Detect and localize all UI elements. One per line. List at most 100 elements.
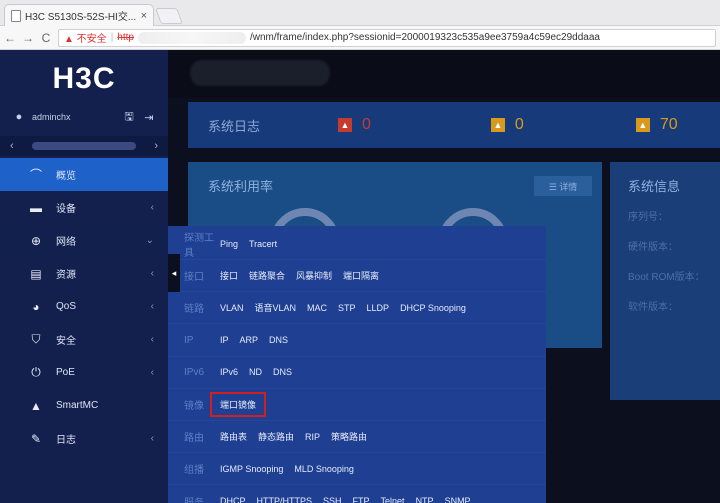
sidebar-item[interactable]: ⌒ 概览	[0, 158, 168, 191]
redacted-host	[137, 31, 246, 44]
submenu-link[interactable]: DNS	[269, 335, 288, 345]
user-row: ● adminchx 🖫 ⇥	[0, 106, 168, 128]
tab-close-icon[interactable]: ×	[141, 10, 147, 22]
new-tab-button[interactable]	[155, 8, 183, 24]
submenu-link[interactable]: MAC	[307, 303, 327, 313]
sidebar-menu: ⌒ 概览 ▬ 设备 ‹ ⊕ 网络 ⌄ ▤ 资源 ‹ ◕ QoS ‹ ⛉ 安全 ‹ ⏻ PoE ‹ ▲ SmartMC ✎ 日志…	[0, 158, 168, 455]
alert-major[interactable]: ▲ 0	[490, 116, 524, 134]
insecure-warning[interactable]: ▲ 不安全	[64, 30, 107, 45]
submenu-link[interactable]: VLAN	[220, 303, 244, 313]
reload-icon[interactable]: C	[40, 31, 52, 45]
smartmc-icon: ▲	[30, 398, 42, 413]
submenu-row: 镜像 端口镜像	[168, 389, 546, 421]
submenu-link[interactable]: IGMP Snooping	[220, 464, 283, 474]
submenu-link[interactable]: Telnet	[381, 496, 405, 503]
submenu-row: 路由 路由表 静态路由 RIP 策略路由	[168, 421, 546, 454]
submenu-link[interactable]: STP	[338, 303, 356, 313]
sidebar-item[interactable]: ▬ 设备 ‹	[0, 191, 168, 224]
submenu-link[interactable]: FTP	[353, 496, 370, 503]
submenu-link[interactable]: 静态路由	[258, 430, 294, 443]
submenu-link[interactable]: 链路聚合	[249, 269, 285, 282]
submenu-link[interactable]: DNS	[273, 367, 292, 377]
redacted-device-name	[190, 60, 330, 86]
submenu-links: IGMP Snooping MLD Snooping	[220, 464, 354, 474]
sidebar-item-label: 设备	[56, 204, 76, 215]
sidebar-item[interactable]: ▤ 资源 ‹	[0, 257, 168, 290]
expand-arrow-icon: ‹	[150, 433, 154, 444]
submenu-link[interactable]: IP	[220, 335, 229, 345]
submenu-link[interactable]: Ping	[220, 239, 238, 249]
submenu-row: 链路 VLAN 语音VLAN MAC STP LLDP DHCP Snooping	[168, 292, 546, 325]
submenu-link[interactable]: 策略路由	[331, 430, 367, 443]
port-mirroring-link[interactable]: 端口镜像	[210, 392, 267, 417]
submenu-link[interactable]: 语音VLAN	[255, 301, 297, 314]
system-info-title: 系统信息	[628, 179, 681, 194]
expand-arrow-icon: ‹	[150, 268, 154, 279]
back-icon[interactable]: ←	[4, 31, 16, 45]
redacted-device	[31, 142, 137, 150]
sidebar-item[interactable]: ⊕ 网络 ⌄	[0, 224, 168, 257]
sidebar-item[interactable]: ✎ 日志 ‹	[0, 422, 168, 455]
submenu-link[interactable]: Tracert	[249, 239, 277, 249]
sidebar-item[interactable]: ▲ SmartMC	[0, 389, 168, 422]
username: adminchx	[32, 112, 71, 122]
submenu-links: 接口 链路聚合 风暴抑制 端口隔离	[220, 269, 379, 282]
sidebar-item-label: SmartMC	[56, 400, 99, 411]
prev-device-icon[interactable]: ‹	[10, 140, 14, 152]
submenu-link[interactable]: LLDP	[367, 303, 390, 313]
submenu-link[interactable]: 端口隔离	[343, 269, 379, 282]
submenu-link[interactable]: HTTP/HTTPS	[257, 496, 313, 503]
expand-arrow-icon: ‹	[150, 202, 154, 213]
system-info-panel: 系统信息 序列号： 硬件版本： Boot ROM版本： 软件版本：	[610, 162, 720, 400]
sidebar-item-label: 安全	[56, 336, 76, 347]
submenu-link[interactable]: 风暴抑制	[296, 269, 332, 282]
detail-button[interactable]: ☰ 详情	[534, 176, 592, 196]
submenu-link[interactable]: SSH	[323, 496, 342, 503]
submenu-links: Ping Tracert	[220, 239, 277, 249]
dashboard-icon: ⌒	[29, 168, 42, 182]
submenu-link[interactable]: 路由表	[220, 430, 247, 443]
sidebar-item-label: 概览	[56, 171, 76, 182]
submenu-link[interactable]: NTP	[416, 496, 434, 503]
qos-icon: ◕	[32, 299, 40, 314]
alert-major-count: 0	[514, 116, 524, 133]
alert-critical[interactable]: ▲ 0	[338, 116, 371, 134]
app-window: H3C ● adminchx 🖫 ⇥ ‹ › ⌒ 概览 ▬ 设备 ‹ ⊕ 网络 ⌄ ▤ 资源 ‹ ◕ Q…	[0, 50, 720, 503]
brand-logo: H3C	[52, 62, 116, 95]
submenu-category: IP	[184, 334, 194, 346]
user-icon: ●	[15, 111, 23, 123]
submenu-link[interactable]: IPv6	[220, 367, 238, 377]
submenu-link[interactable]: 接口	[220, 269, 238, 282]
submenu-link[interactable]: MLD Snooping	[294, 464, 354, 474]
sidebar-item[interactable]: ⛉ 安全 ‹	[0, 323, 168, 356]
system-log-bar: 系统日志 ▲ 0 ▲ 0 ▲ 70	[188, 102, 720, 148]
alert-critical-icon: ▲	[338, 118, 352, 132]
expand-arrow-icon: ‹	[150, 367, 154, 378]
submenu-link[interactable]: DHCP	[220, 496, 246, 503]
submenu-link[interactable]: RIP	[305, 432, 320, 442]
submenu-category: IPv6	[184, 366, 205, 378]
submenu-link[interactable]: DHCP Snooping	[400, 303, 466, 313]
sidebar-item[interactable]: ⏻ PoE ‹	[0, 356, 168, 389]
expand-arrow-icon: ⌄	[145, 235, 154, 246]
utilization-title: 系统利用率	[208, 179, 274, 194]
save-icon[interactable]: 🖫	[122, 108, 136, 127]
next-device-icon[interactable]: ›	[154, 140, 158, 152]
submenu-row: IPv6 IPv6 ND DNS	[168, 357, 546, 389]
poe-icon: ⏻	[31, 365, 41, 379]
submenu-row: 接口 接口 链路聚合 风暴抑制 端口隔离	[168, 260, 546, 293]
logout-icon[interactable]: ⇥	[142, 111, 156, 124]
url-input[interactable]: ▲ 不安全 | http /wnm/frame/index.php?sessio…	[58, 28, 716, 47]
top-bar	[168, 50, 720, 98]
forward-icon[interactable]: →	[22, 31, 34, 45]
serial-label: 序列号：	[628, 212, 668, 223]
sidebar-item[interactable]: ◕ QoS ‹	[0, 290, 168, 323]
submenu-link[interactable]: ND	[249, 367, 262, 377]
url-path: /wnm/frame/index.php?sessionid=200001932…	[249, 32, 600, 43]
alert-minor[interactable]: ▲ 70	[635, 116, 678, 134]
submenu-link[interactable]: ARP	[240, 335, 259, 345]
sidebar: H3C ● adminchx 🖫 ⇥ ‹ › ⌒ 概览 ▬ 设备 ‹ ⊕ 网络 ⌄ ▤ 资源 ‹ ◕ Q…	[0, 50, 168, 503]
flyout-collapse-icon[interactable]: ◂	[168, 254, 180, 292]
submenu-link[interactable]: SNMP	[445, 496, 471, 503]
browser-tab[interactable]: H3C S5130S-52S-HI交... ×	[4, 4, 154, 26]
